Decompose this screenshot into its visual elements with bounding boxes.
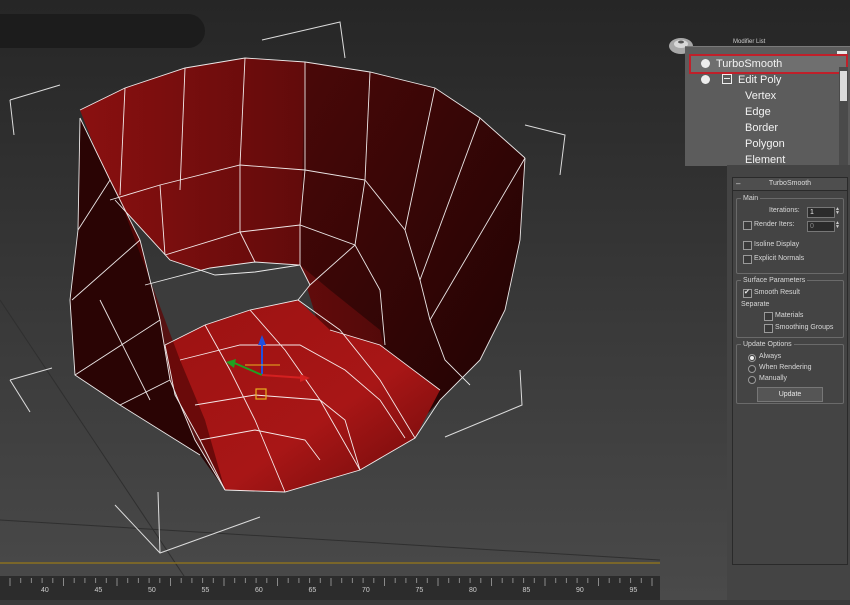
command-panel: TurboSmooth – Main Iterations: 1 ▲ ▼ Rend… <box>727 165 850 600</box>
collapse-rollout-icon[interactable]: – <box>736 178 740 190</box>
ruler-label: 50 <box>148 587 156 594</box>
render-iters-spinner[interactable]: 0 <box>807 221 835 232</box>
separate-label: Separate <box>741 301 770 308</box>
smooth-result-checkbox[interactable] <box>743 288 752 298</box>
ruler-label: 80 <box>469 587 477 594</box>
main-group-title: Main <box>741 194 761 203</box>
spinner-arrows-icon[interactable]: ▲ ▼ <box>834 221 841 230</box>
update-button[interactable]: Update <box>757 387 823 402</box>
ruler-label: 75 <box>415 587 424 594</box>
stack-item-turbosmooth[interactable]: TurboSmooth <box>689 54 848 74</box>
collapse-box-icon[interactable] <box>722 74 732 84</box>
ruler-label: 90 <box>576 587 584 594</box>
modifier-list-dropdown[interactable]: Modifier List <box>733 39 765 45</box>
turbosmooth-rollout: TurboSmooth – Main Iterations: 1 ▲ ▼ Rend… <box>732 177 848 565</box>
ruler-label: 40 <box>41 587 49 594</box>
sub-object-vertex[interactable]: Vertex <box>745 88 776 104</box>
ruler-label: 45 <box>94 587 103 594</box>
main-group: Main Iterations: 1 ▲ ▼ Render Iters: 0 ▲ ▼… <box>736 194 844 274</box>
lightbulb-icon[interactable] <box>701 75 710 84</box>
when-rendering-radio[interactable] <box>748 365 756 373</box>
manually-label: Manually <box>759 375 788 382</box>
materials-checkbox[interactable] <box>764 312 773 321</box>
isoline-display-label: Isoline Display <box>754 241 800 248</box>
ruler-label: 60 <box>255 587 263 594</box>
viewport-label-bar <box>0 14 205 48</box>
render-iters-label: Render Iters: <box>754 221 795 228</box>
stack-item-edit-poly[interactable]: Edit Poly <box>691 72 781 88</box>
sub-object-edge[interactable]: Edge <box>745 104 771 120</box>
smooth-result-label: Smooth Result <box>754 289 800 296</box>
rollout-title[interactable]: TurboSmooth <box>733 178 847 191</box>
ruler-label: 85 <box>522 587 531 594</box>
when-rendering-label: When Rendering <box>759 364 812 371</box>
smoothing-groups-checkbox[interactable] <box>764 324 773 333</box>
explicit-normals-label: Explicit Normals <box>754 255 805 262</box>
manually-radio[interactable] <box>748 376 756 384</box>
surface-parameters-group: Surface Parameters Smooth Result Separat… <box>736 276 844 338</box>
always-radio[interactable] <box>748 354 756 362</box>
stack-scroll-thumb[interactable] <box>840 71 847 101</box>
iterations-spinner[interactable]: 1 <box>807 207 835 218</box>
isoline-display-checkbox[interactable] <box>743 241 752 250</box>
sub-object-border[interactable]: Border <box>745 120 778 136</box>
explicit-normals-checkbox[interactable] <box>743 255 752 264</box>
surface-group-title: Surface Parameters <box>741 276 808 285</box>
render-iters-checkbox[interactable] <box>743 221 752 230</box>
ruler-label: 70 <box>362 587 370 594</box>
modifier-stack[interactable]: Modifier List TurboSmooth Edit Poly Vert… <box>685 39 850 166</box>
update-options-group: Update Options Always When Rendering Man… <box>736 340 844 404</box>
iterations-label: Iterations: <box>769 207 800 214</box>
update-group-title: Update Options <box>741 340 794 349</box>
lightbulb-icon[interactable] <box>701 59 710 68</box>
ruler-label: 55 <box>201 587 210 594</box>
smoothing-groups-label: Smoothing Groups <box>775 324 834 331</box>
ruler-label: 95 <box>629 587 638 594</box>
sub-object-polygon[interactable]: Polygon <box>745 136 785 152</box>
always-label: Always <box>759 353 782 360</box>
timeline-ruler[interactable]: 40 45 50 55 60 65 70 75 80 85 90 95 <box>0 576 660 600</box>
ruler-label: 65 <box>308 587 317 594</box>
spinner-arrows-icon[interactable]: ▲ ▼ <box>834 207 841 216</box>
materials-label: Materials <box>775 312 804 319</box>
